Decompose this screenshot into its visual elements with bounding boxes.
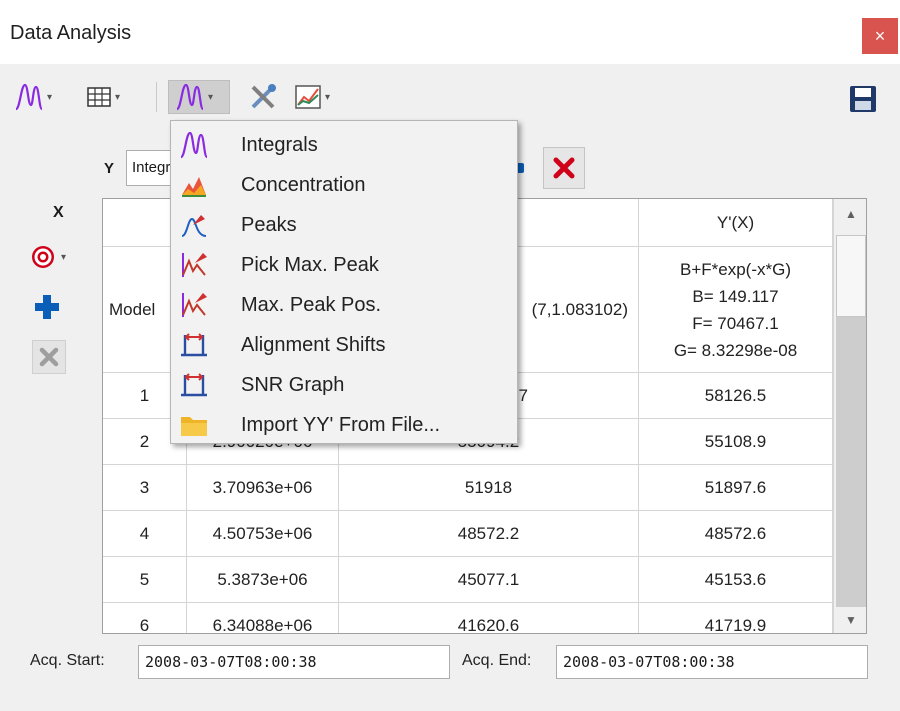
- table-cell-y[interactable]: 41620.6: [339, 603, 639, 633]
- y-delete-button[interactable]: [543, 147, 585, 189]
- menu-item-label: Alignment Shifts: [241, 333, 386, 356]
- acq-start-field[interactable]: 2008-03-07T08:00:38: [138, 645, 450, 679]
- menu-item-label: Pick Max. Peak: [241, 253, 379, 276]
- acq-end-label: Acq. End:: [462, 652, 532, 669]
- model-formula: B+F*exp(-x*G) B= 149.117 F= 70467.1 G= 8…: [674, 256, 797, 364]
- scrollbar-track[interactable]: [836, 317, 866, 607]
- pick-max-peak-icon: [182, 253, 207, 277]
- model-param-f: F= 70467.1: [692, 313, 779, 333]
- row-header[interactable]: 6: [103, 603, 187, 633]
- acq-start-label: Acq. Start:: [30, 652, 105, 669]
- table-cell-x[interactable]: 5.3873e+06: [187, 557, 339, 603]
- acq-end-field[interactable]: 2008-03-07T08:00:38: [556, 645, 868, 679]
- peaks-icon: [181, 215, 207, 237]
- menu-item-label: SNR Graph: [241, 373, 345, 396]
- menu-item-label: Integrals: [241, 133, 318, 156]
- x-axis-label: X: [53, 204, 64, 221]
- chevron-down-icon: ▾: [47, 91, 53, 103]
- menu-item-import-yy-from-file[interactable]: Import YY' From File...: [171, 405, 517, 445]
- gear-icon: [32, 246, 54, 268]
- add-icon[interactable]: [32, 292, 62, 322]
- analysis-type-menu: Integrals Concentration Peaks Pick Max. …: [170, 120, 518, 444]
- peak-shape-menu-button[interactable]: ▾: [168, 80, 230, 114]
- chevron-down-icon: ▾: [208, 91, 214, 103]
- table-icon: [87, 87, 111, 107]
- row-header[interactable]: 3: [103, 465, 187, 511]
- save-icon[interactable]: [848, 84, 878, 114]
- close-icon: [553, 157, 575, 179]
- data-analysis-window: Data Analysis × ▾ ▾ ▾ ▾ Y Integrals X ▾ …: [0, 0, 900, 711]
- max-peak-pos-icon: [182, 293, 207, 317]
- model-cell-yfit[interactable]: B+F*exp(-x*G) B= 149.117 F= 70467.1 G= 8…: [639, 247, 833, 373]
- model-param-g: G= 8.32298e-08: [673, 340, 798, 360]
- chart-menu-button[interactable]: ▾: [294, 80, 352, 114]
- table-cell-yfit[interactable]: 48572.6: [639, 511, 833, 557]
- concentration-icon: [182, 177, 206, 197]
- menu-item-concentration[interactable]: Concentration: [171, 165, 517, 205]
- menu-item-label: Peaks: [241, 213, 297, 236]
- folder-icon: [181, 417, 207, 436]
- window-title: Data Analysis: [10, 22, 132, 44]
- table-cell-x[interactable]: 4.50753e+06: [187, 511, 339, 557]
- scrollbar-thumb[interactable]: [836, 235, 866, 317]
- peak-shape-icon: [176, 83, 205, 111]
- table-cell-yfit[interactable]: 41719.9: [639, 603, 833, 633]
- tools-button[interactable]: [248, 80, 282, 114]
- toolbar: ▾ ▾ ▾ ▾: [0, 72, 900, 122]
- menu-item-integrals[interactable]: Integrals: [171, 125, 517, 165]
- row-header[interactable]: 4: [103, 511, 187, 557]
- chart-icon: [295, 85, 321, 109]
- column-header-yfit[interactable]: Y'(X): [639, 199, 833, 247]
- row-header[interactable]: 5: [103, 557, 187, 603]
- menu-item-label: Import YY' From File...: [241, 413, 441, 436]
- snr-graph-icon: [181, 373, 207, 397]
- alignment-shifts-icon: [181, 333, 207, 357]
- table-cell-x[interactable]: 6.34088e+06: [187, 603, 339, 633]
- menu-item-max-peak-pos[interactable]: Max. Peak Pos.: [171, 285, 517, 325]
- scroll-down-arrow-icon[interactable]: ▼: [834, 607, 866, 633]
- table-cell-yfit[interactable]: 58126.5: [639, 373, 833, 419]
- model-equation: B+F*exp(-x*G): [679, 259, 791, 279]
- integral-icon: [15, 83, 44, 111]
- integral-menu-button[interactable]: ▾: [14, 80, 70, 114]
- table-cell-y[interactable]: 45077.1: [339, 557, 639, 603]
- table-cell-x[interactable]: 3.70963e+06: [187, 465, 339, 511]
- y-axis-label: Y: [104, 160, 115, 177]
- close-icon: [39, 347, 59, 367]
- x-delete-button[interactable]: [32, 340, 66, 374]
- chevron-down-icon: ▾: [325, 91, 331, 103]
- table-cell-yfit[interactable]: 51897.6: [639, 465, 833, 511]
- scroll-up-arrow-icon[interactable]: ▲: [834, 199, 866, 229]
- title-bar: Data Analysis ×: [0, 0, 900, 64]
- toolbar-separator: [156, 82, 157, 112]
- table-cell-y[interactable]: 51918: [339, 465, 639, 511]
- menu-item-pick-max-peak[interactable]: Pick Max. Peak: [171, 245, 517, 285]
- close-button[interactable]: ×: [862, 18, 898, 54]
- table-cell-yfit[interactable]: 55108.9: [639, 419, 833, 465]
- tools-icon: [251, 84, 276, 109]
- menu-item-peaks[interactable]: Peaks: [171, 205, 517, 245]
- table-menu-button[interactable]: ▾: [86, 80, 142, 114]
- menu-item-label: Concentration: [241, 173, 366, 196]
- model-param-b: B= 149.117: [692, 286, 779, 306]
- table-cell-yfit[interactable]: 45153.6: [639, 557, 833, 603]
- x-settings-button[interactable]: ▾: [29, 240, 89, 274]
- chevron-down-icon: ▾: [115, 91, 121, 103]
- table-vertical-scrollbar[interactable]: ▲ ▼: [833, 199, 866, 633]
- menu-item-label: Max. Peak Pos.: [241, 293, 382, 316]
- integral-icon: [180, 131, 209, 159]
- table-cell-y[interactable]: 48572.2: [339, 511, 639, 557]
- menu-item-snr-graph[interactable]: SNR Graph: [171, 365, 517, 405]
- chevron-down-icon: ▾: [61, 251, 67, 263]
- menu-item-alignment-shifts[interactable]: Alignment Shifts: [171, 325, 517, 365]
